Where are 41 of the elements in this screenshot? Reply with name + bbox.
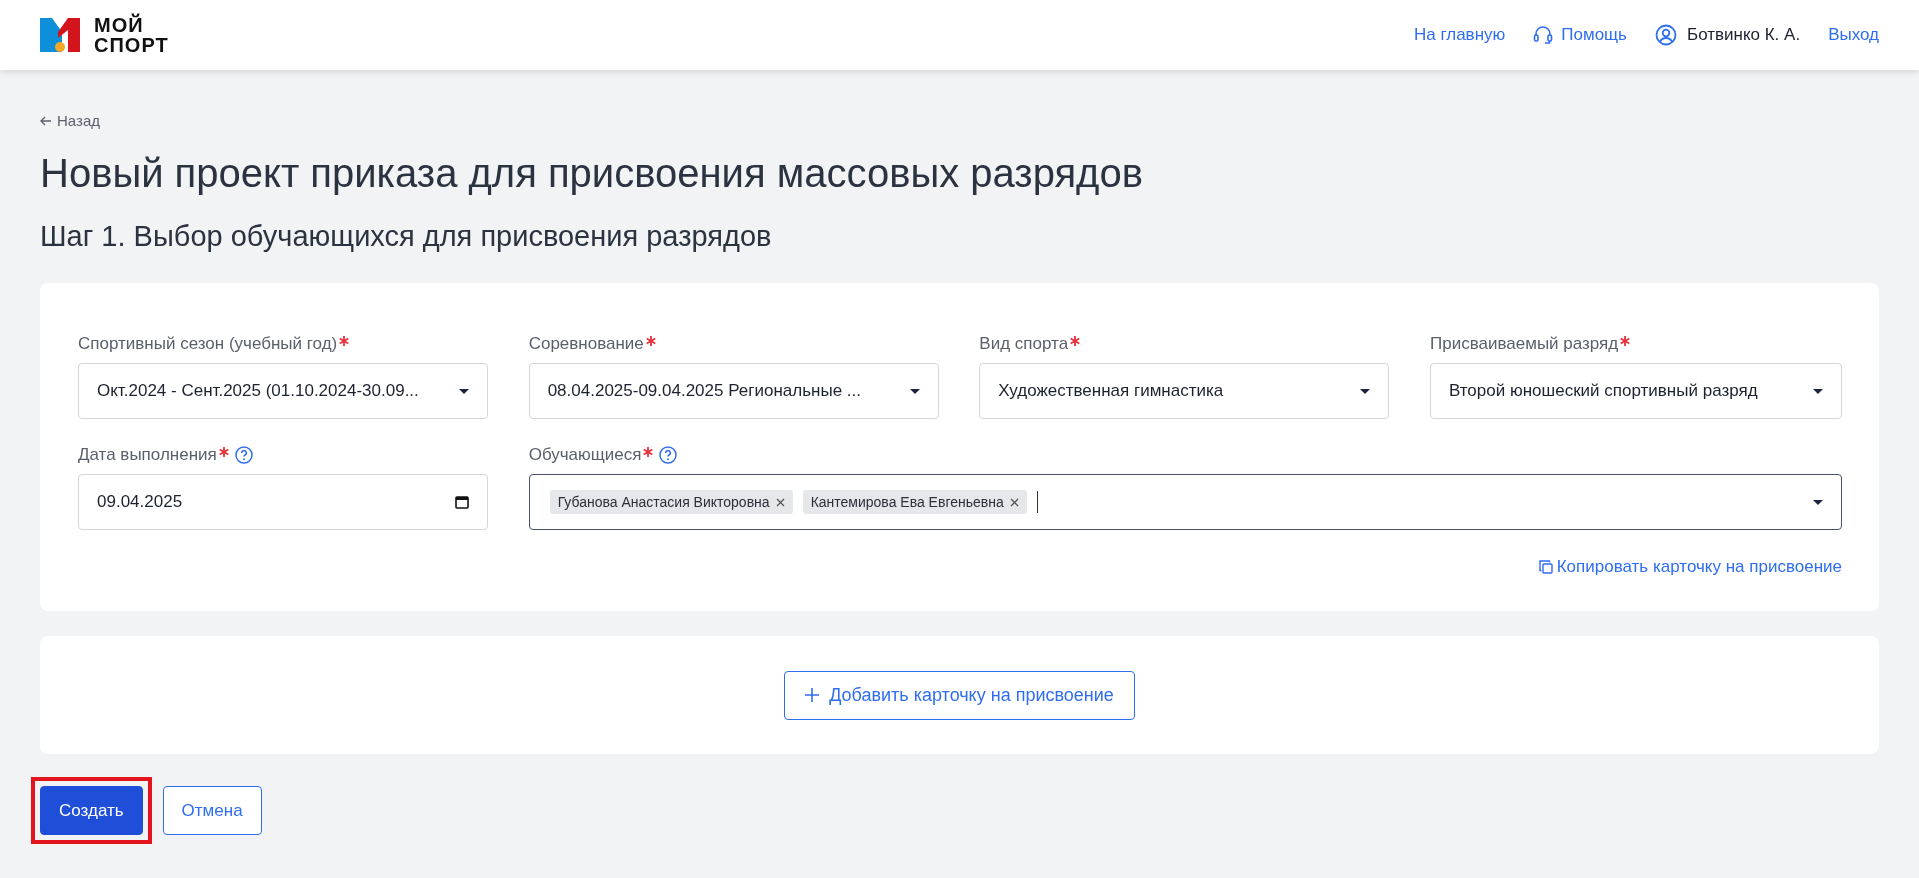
arrow-left-icon xyxy=(40,115,52,126)
caret-icon xyxy=(1360,388,1371,394)
nav-link[interactable]: Выход xyxy=(1828,25,1879,45)
copy-icon xyxy=(1538,560,1553,574)
remove-icon xyxy=(1009,497,1019,507)
cancel-button[interactable]: Отмена xyxy=(162,786,262,835)
caret-icon xyxy=(1813,499,1823,505)
add-card-button[interactable]: Добавить карточку на присвоение xyxy=(784,670,1135,720)
user-icon xyxy=(1654,24,1677,46)
select-field[interactable]: Второй юношеский спортивный разряд xyxy=(1430,363,1842,419)
page-title: Новый проект приказа для присвоения массовых разрядов xyxy=(40,151,1144,196)
logo-icon xyxy=(40,18,80,52)
field-label: Соревнование xyxy=(528,334,644,354)
field-label: Спортивный сезон (учебный год) xyxy=(78,334,338,354)
calendar-icon xyxy=(455,495,469,509)
caret-icon xyxy=(909,388,920,394)
caret-icon xyxy=(1813,388,1823,394)
field-label: Обучающиеся xyxy=(528,445,642,465)
multiselect-field[interactable]: Губанова Анастасия Викторовна Кантемирова Ева Евгеньевна xyxy=(528,474,1842,530)
field-label: Вид спорта xyxy=(979,334,1069,354)
selected-tag: Кантемирова Ева Евгеньевна xyxy=(802,490,1027,514)
field-label: Присваиваемый разряд xyxy=(1430,334,1619,354)
step-title: Шаг 1. Выбор обучающихся для присвоения разрядов xyxy=(40,220,773,253)
logo-text: МОЙ xyxy=(94,15,145,35)
back-link[interactable]: Назад xyxy=(40,112,100,129)
plus-icon xyxy=(805,688,820,702)
caret-icon xyxy=(459,388,469,394)
select-field[interactable]: 08.04.2025-09.04.2025 Региональные ... xyxy=(528,363,939,419)
remove-icon xyxy=(775,497,785,507)
logo-text: СПОРТ xyxy=(94,35,169,55)
selected-tag: Губанова Анастасия Викторовна xyxy=(549,490,793,514)
user-name: Ботвинко К. А. xyxy=(1686,25,1801,45)
select-field[interactable]: Художественная гимнастика xyxy=(979,363,1390,419)
field-label: Дата выполнения xyxy=(78,445,217,465)
select-field[interactable]: Окт.2024 - Сент.2025 (01.10.2024-30.09... xyxy=(78,363,488,419)
create-button[interactable]: Создать xyxy=(40,786,143,835)
date-field[interactable]: 09.04.2025 xyxy=(78,474,488,530)
copy-card-link[interactable]: Копировать карточку на присвоение xyxy=(1538,557,1842,577)
headset-icon xyxy=(1533,25,1554,45)
nav-link[interactable]: На главную xyxy=(1413,25,1506,45)
help-link[interactable]: Помощь xyxy=(1533,25,1627,45)
